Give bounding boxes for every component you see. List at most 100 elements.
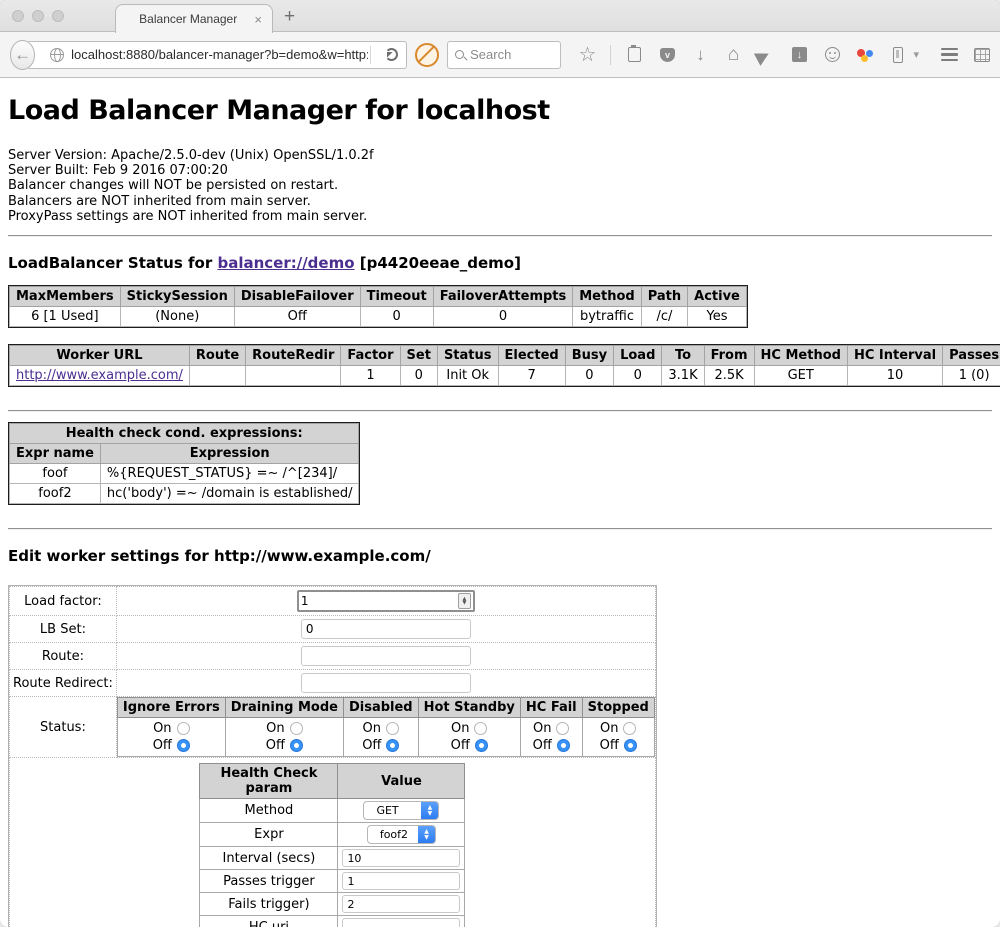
nav-toolbar: ← localhost:8880/balancer-manager?b=demo… — [0, 32, 1000, 78]
back-icon: ← — [14, 45, 31, 65]
table-header-row: Health Check param Value — [200, 764, 465, 799]
worker-url-link[interactable]: http://www.example.com/ — [16, 368, 183, 383]
divider — [8, 235, 992, 237]
status-hot-standby: On Off — [418, 718, 520, 757]
lb-set-label: LB Set: — [10, 616, 117, 643]
menu-icon[interactable] — [941, 48, 958, 62]
page-content: Load Balancer Manager for localhost Serv… — [0, 95, 1000, 927]
radio-hc-fail-off[interactable] — [557, 739, 570, 752]
globe-icon — [50, 48, 64, 62]
notice-persist: Balancer changes will NOT be persisted o… — [8, 178, 992, 193]
toolbar-icons: ☆ v ↓ ⌂ ↓ ▾ — [577, 44, 919, 66]
table-row: Expr foof2 ▲▼ — [200, 823, 465, 847]
status-stopped: On Off — [582, 718, 654, 757]
balancer-status-heading: LoadBalancer Status for balancer://demo … — [8, 254, 992, 272]
select-stepper-icon: ▲▼ — [421, 801, 438, 820]
radio-ignore-errors-on[interactable] — [177, 722, 190, 735]
form-row-lb-set: LB Set: — [10, 616, 656, 643]
worker-table: Worker URL Route RouteRedir Factor Set S… — [9, 345, 1000, 386]
bookmark-star-icon[interactable]: ☆ — [577, 44, 597, 66]
table-row: foof2 hc('body') =~ /domain is establish… — [10, 484, 359, 504]
balancer-demo-link[interactable]: balancer://demo — [217, 254, 354, 272]
home-icon[interactable]: ⌂ — [723, 44, 743, 66]
hc-interval-input[interactable] — [342, 849, 460, 867]
search-icon — [455, 50, 464, 59]
radio-stopped-off[interactable] — [624, 739, 637, 752]
status-ignore-errors: On Off — [117, 718, 225, 757]
load-factor-label: Load factor: — [10, 587, 117, 616]
table-header-row: Ignore Errors Draining Mode Disabled Hot… — [117, 698, 654, 718]
hc-passes-input[interactable] — [342, 872, 460, 890]
minimize-window-button[interactable] — [32, 10, 44, 22]
notice-proxypass: ProxyPass settings are NOT inherited fro… — [8, 209, 992, 224]
radio-draining-mode-off[interactable] — [290, 739, 303, 752]
hc-fails-input[interactable] — [342, 895, 460, 913]
browser-titlebar: Balancer Manager × + — [0, 0, 1000, 32]
table-row: foof %{REQUEST_STATUS} =~ /^[234]/ — [10, 464, 359, 484]
browser-window: Balancer Manager × + ← localhost:8880/ba… — [0, 0, 1000, 927]
divider — [8, 410, 992, 412]
tab-grid-icon[interactable] — [974, 48, 990, 62]
search-placeholder[interactable]: Search — [470, 47, 511, 62]
table-row: http://www.example.com/ 1 0 Init Ok 7 0 … — [10, 366, 1000, 386]
back-button[interactable]: ← — [10, 40, 35, 70]
close-tab-icon[interactable]: × — [252, 12, 264, 27]
route-input[interactable] — [301, 646, 471, 666]
url-text[interactable]: localhost:8880/balancer-manager?b=demo&w… — [71, 47, 368, 62]
balancer-status-table: MaxMembers StickySession DisableFailover… — [9, 286, 747, 327]
edit-worker-heading: Edit worker settings for http://www.exam… — [8, 547, 992, 565]
search-bar[interactable]: Search — [447, 41, 561, 69]
radio-hc-fail-on[interactable] — [556, 722, 569, 735]
load-factor-input[interactable] — [301, 594, 458, 608]
colored-dots-icon — [857, 47, 873, 63]
server-version: Server Version: Apache/2.5.0-dev (Unix) … — [8, 148, 992, 163]
table-row: HC uri — [200, 916, 465, 927]
pocket-icon: v — [660, 48, 675, 62]
radio-ignore-errors-off[interactable] — [177, 739, 190, 752]
expr-table-title: Health check cond. expressions: — [10, 424, 359, 444]
reload-icon[interactable] — [385, 48, 398, 61]
hc-method-label: Method — [200, 799, 338, 823]
hc-expr-label: Expr — [200, 823, 338, 847]
table-header-row: MaxMembers StickySession DisableFailover… — [10, 287, 747, 307]
select-stepper-icon: ▲▼ — [418, 825, 435, 844]
hc-uri-label: HC uri — [200, 916, 338, 927]
table-row: Fails trigger) — [200, 893, 465, 916]
table-row: Passes trigger — [200, 870, 465, 893]
download-icon[interactable]: ↓ — [690, 44, 710, 66]
new-tab-button[interactable]: + — [284, 6, 295, 28]
radio-stopped-on[interactable] — [623, 722, 636, 735]
hc-fails-label: Fails trigger) — [200, 893, 338, 916]
close-window-button[interactable] — [12, 10, 24, 22]
server-built: Server Built: Feb 9 2016 07:00:20 — [8, 163, 992, 178]
load-factor-field[interactable]: ▲▼ — [297, 590, 475, 612]
radio-hot-standby-on[interactable] — [474, 722, 487, 735]
battery-icon — [893, 47, 903, 63]
overflow-caret-icon[interactable]: ▾ — [913, 48, 919, 61]
divider — [8, 528, 992, 530]
clipboard-icon — [628, 47, 641, 62]
radio-disabled-off[interactable] — [386, 739, 399, 752]
radio-draining-mode-on[interactable] — [290, 722, 303, 735]
content-block-icon[interactable] — [415, 43, 439, 67]
route-redirect-input[interactable] — [301, 673, 471, 693]
feedback-smiley-icon — [825, 47, 840, 62]
form-row-status: Status: Ignore Errors Draining Mode Disa… — [10, 697, 656, 758]
worker-table-frame: Worker URL Route RouteRedir Factor Set S… — [8, 344, 1000, 387]
status-hc-fail: On Off — [520, 718, 582, 757]
radio-disabled-on[interactable] — [386, 722, 399, 735]
hc-uri-input[interactable] — [342, 918, 460, 927]
lb-set-input[interactable] — [301, 619, 471, 639]
url-bar[interactable]: localhost:8880/balancer-manager?b=demo&w… — [27, 41, 407, 69]
health-check-param-table: Health Check param Value Method GET ▲▼ — [199, 763, 465, 927]
tab-title: Balancer Manager — [124, 12, 252, 26]
table-header-row: Worker URL Route RouteRedir Factor Set S… — [10, 346, 1000, 366]
hc-method-select[interactable]: GET ▲▼ — [363, 801, 439, 820]
form-row-route: Route: — [10, 643, 656, 670]
radio-hot-standby-off[interactable] — [475, 739, 488, 752]
number-stepper-icon[interactable]: ▲▼ — [458, 593, 471, 609]
tab-balancer-manager[interactable]: Balancer Manager × — [115, 4, 273, 33]
zoom-window-button[interactable] — [52, 10, 64, 22]
hc-passes-label: Passes trigger — [200, 870, 338, 893]
hc-expr-select[interactable]: foof2 ▲▼ — [367, 825, 436, 844]
